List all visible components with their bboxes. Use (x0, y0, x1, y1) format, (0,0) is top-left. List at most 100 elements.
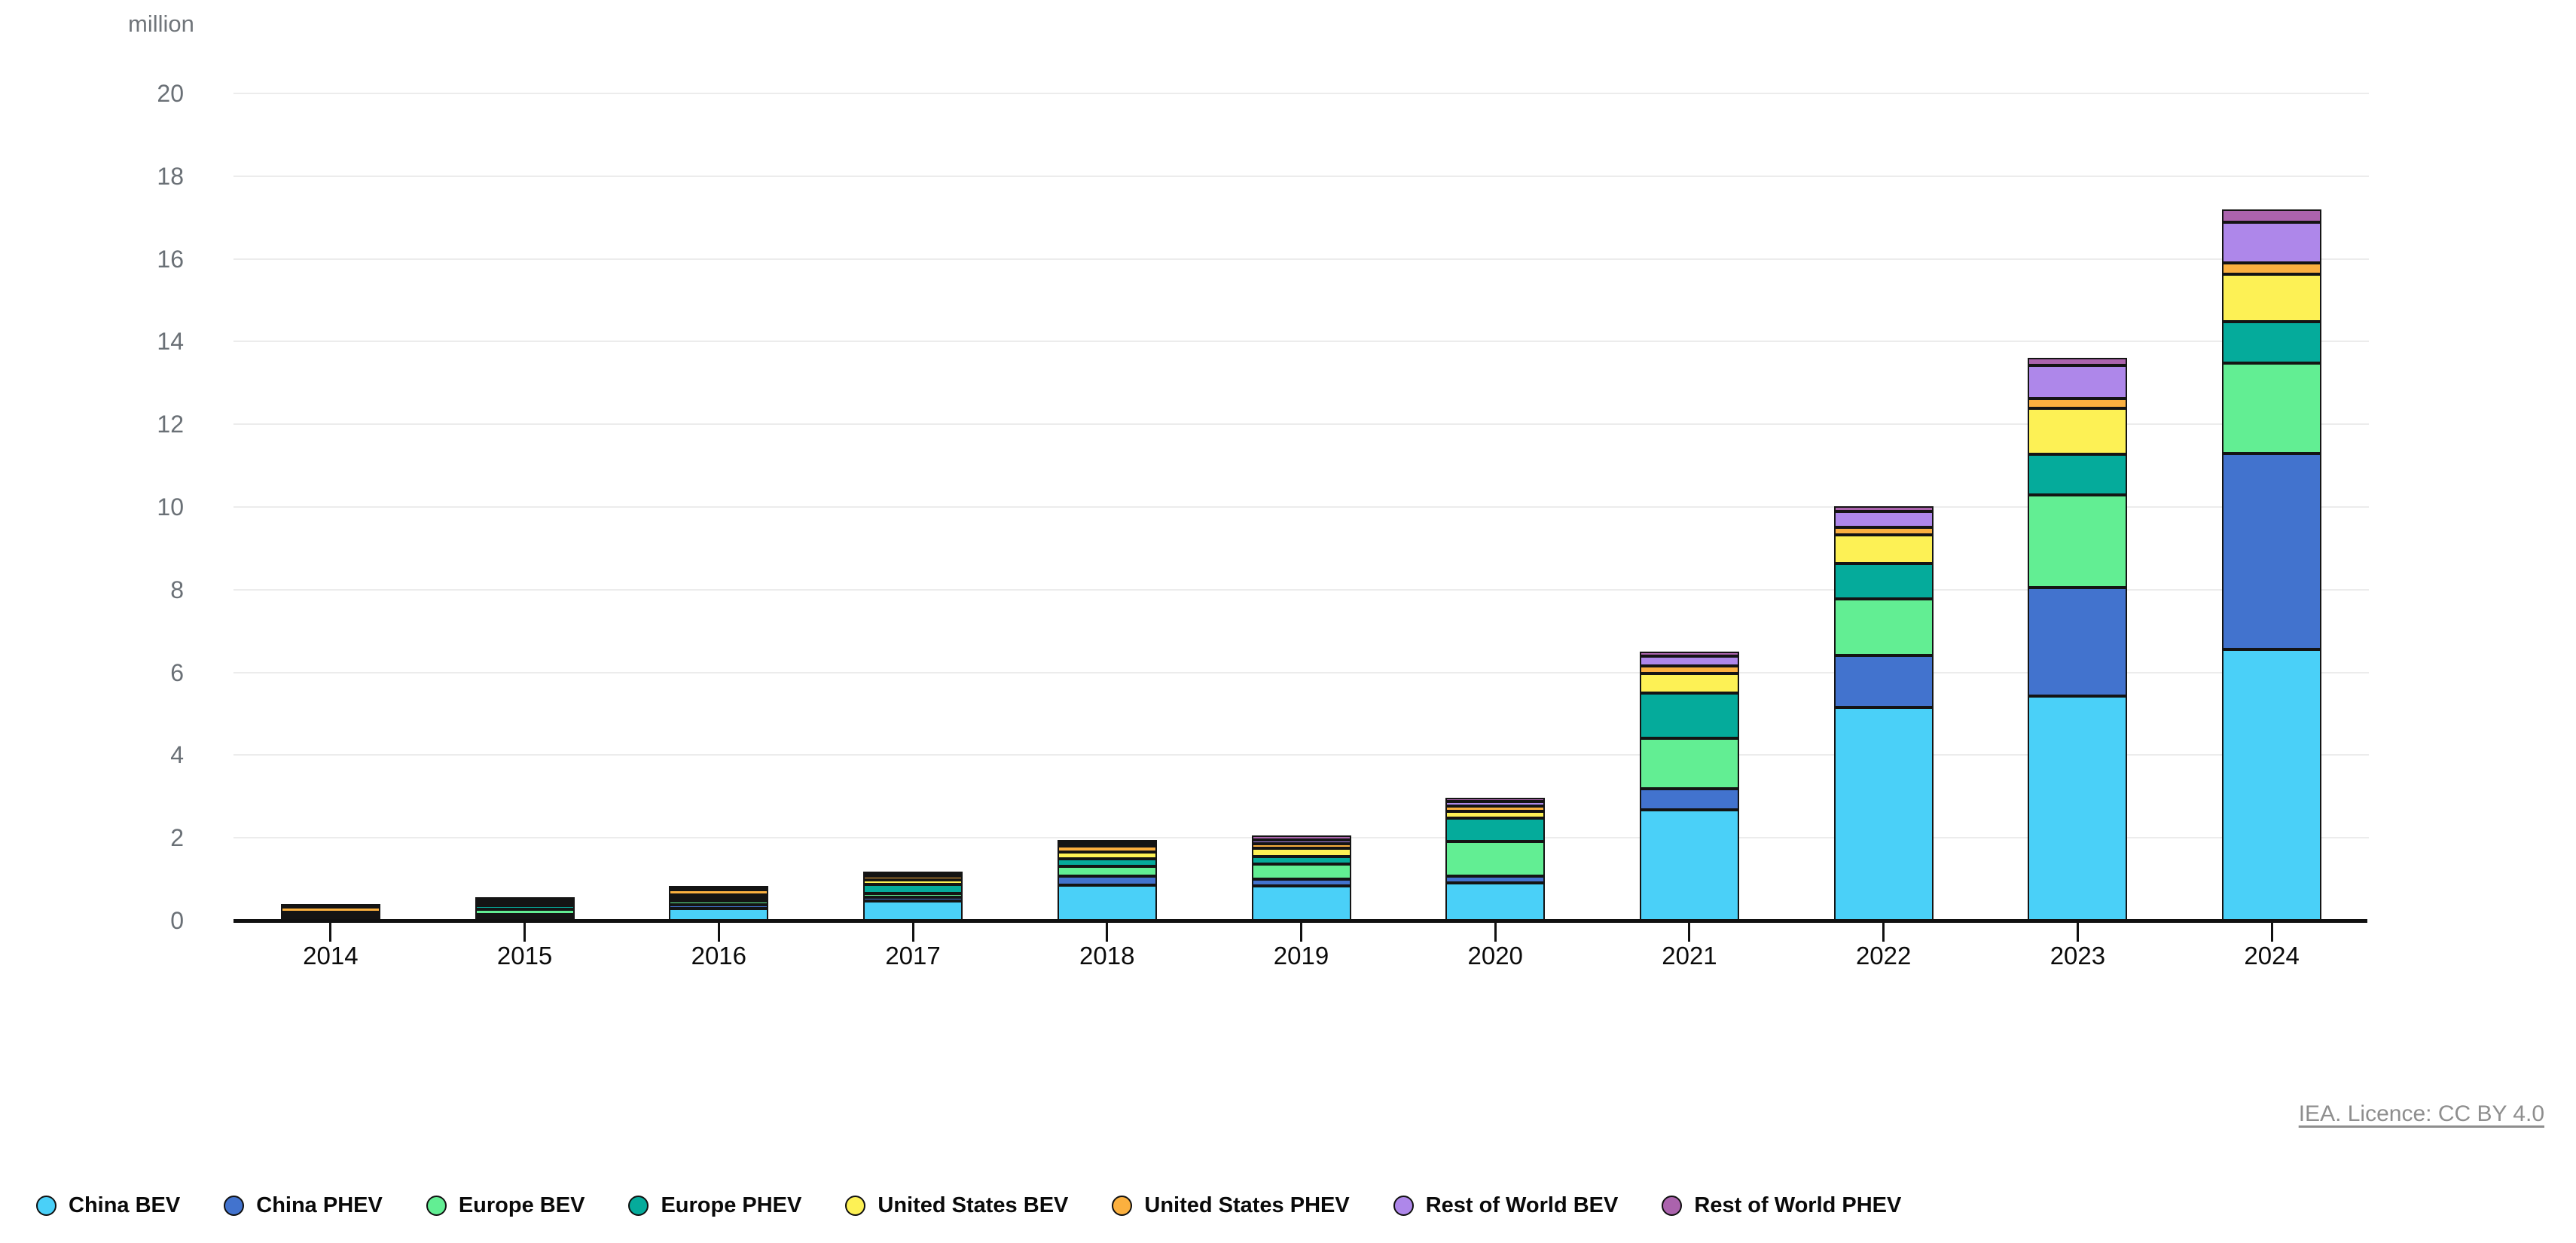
bar-segment-united-states-bev[interactable] (2222, 274, 2321, 322)
bar-segment-united-states-bev[interactable] (1445, 811, 1545, 818)
bar-segment-china-bev[interactable] (1640, 810, 1739, 921)
bar-segment-united-states-bev[interactable] (475, 902, 575, 906)
bar-segment-rest-of-world-phev[interactable] (281, 904, 380, 907)
legend-item-china-phev[interactable]: China PHEV (224, 1193, 383, 1218)
legend-swatch-icon (426, 1196, 447, 1216)
bar-segment-china-phev[interactable] (669, 905, 768, 908)
legend-swatch-icon (224, 1196, 244, 1216)
bar-segment-united-states-bev[interactable] (1252, 848, 1351, 857)
bar-segment-europe-bev[interactable] (1058, 866, 1157, 876)
bar-segment-europe-phev[interactable] (475, 906, 575, 909)
bar-segment-china-bev[interactable] (2222, 649, 2321, 921)
bar-segment-rest-of-world-bev[interactable] (1252, 840, 1351, 844)
bar-segment-china-phev[interactable] (1445, 876, 1545, 883)
bar-segment-united-states-bev[interactable] (2028, 408, 2127, 454)
bar-segment-rest-of-world-phev[interactable] (1252, 835, 1351, 839)
bar-segment-europe-phev[interactable] (1058, 859, 1157, 866)
bar-segment-china-phev[interactable] (863, 897, 963, 901)
bar-segment-europe-phev[interactable] (669, 898, 768, 901)
bar-segment-europe-bev[interactable] (1445, 841, 1545, 876)
bar-segment-united-states-bev[interactable] (669, 895, 768, 898)
bar-segment-china-phev[interactable] (1834, 655, 1934, 708)
bar-segment-china-phev[interactable] (1252, 879, 1351, 886)
y-tick-label: 4 (3, 739, 184, 771)
bar-segment-united-states-phev[interactable] (281, 907, 380, 912)
licence-link[interactable]: IEA. Licence: CC BY 4.0 (2299, 1101, 2544, 1127)
legend-item-china-bev[interactable]: China BEV (36, 1193, 180, 1218)
legend-label: China PHEV (256, 1193, 383, 1218)
bar-segment-china-bev[interactable] (1058, 885, 1157, 921)
bar-segment-europe-bev[interactable] (669, 901, 768, 905)
bar-segment-united-states-phev[interactable] (1252, 844, 1351, 848)
bar-segment-europe-bev[interactable] (475, 909, 575, 915)
x-tick (1882, 923, 1885, 942)
legend-item-rest-of-world-bev[interactable]: Rest of World BEV (1393, 1193, 1619, 1218)
bar-segment-united-states-phev[interactable] (2222, 263, 2321, 275)
legend-item-europe-bev[interactable]: Europe BEV (426, 1193, 585, 1218)
bar-segment-europe-phev[interactable] (1252, 857, 1351, 864)
bar-segment-rest-of-world-bev[interactable] (2028, 365, 2127, 399)
x-tick (2271, 923, 2273, 942)
bar-segment-china-bev[interactable] (1252, 886, 1351, 921)
bar-segment-united-states-phev[interactable] (669, 890, 768, 895)
legend-item-united-states-bev[interactable]: United States BEV (845, 1193, 1068, 1218)
bar-segment-rest-of-world-phev[interactable] (1834, 506, 1934, 511)
y-tick-label: 2 (3, 822, 184, 854)
bar-segment-rest-of-world-phev[interactable] (2222, 209, 2321, 221)
bar-segment-united-states-phev[interactable] (1058, 846, 1157, 852)
y-tick-label: 16 (3, 243, 184, 275)
bar-segment-united-states-bev[interactable] (1058, 852, 1157, 859)
x-tick-label-2021: 2021 (1592, 942, 1787, 970)
bar-segment-rest-of-world-phev[interactable] (475, 897, 575, 900)
bar-segment-rest-of-world-phev[interactable] (1640, 652, 1739, 656)
legend-item-europe-phev[interactable]: Europe PHEV (628, 1193, 801, 1218)
bar-segment-china-phev[interactable] (2222, 454, 2321, 650)
bar-segment-rest-of-world-bev[interactable] (1445, 802, 1545, 806)
bar-segment-united-states-phev[interactable] (2028, 399, 2127, 408)
bar-segment-united-states-phev[interactable] (1834, 527, 1934, 535)
bar-segment-china-bev[interactable] (1445, 883, 1545, 921)
bar-segment-china-bev[interactable] (2028, 696, 2127, 921)
y-tick-label: 12 (3, 408, 184, 440)
bar-segment-rest-of-world-phev[interactable] (1445, 798, 1545, 802)
bar-segment-united-states-phev[interactable] (1445, 806, 1545, 811)
bar-segment-china-bev[interactable] (1834, 707, 1934, 921)
bar-segment-rest-of-world-phev[interactable] (863, 872, 963, 875)
legend-label: Rest of World PHEV (1694, 1193, 1901, 1218)
bar-segment-rest-of-world-phev[interactable] (2028, 358, 2127, 365)
x-tick (1106, 923, 1108, 942)
bar-segment-united-states-bev[interactable] (281, 912, 380, 915)
legend-item-united-states-phev[interactable]: United States PHEV (1112, 1193, 1349, 1218)
bar-segment-rest-of-world-phev[interactable] (669, 886, 768, 889)
bar-segment-united-states-phev[interactable] (1640, 666, 1739, 673)
bar-segment-united-states-phev[interactable] (863, 876, 963, 880)
bar-segment-europe-phev[interactable] (2028, 454, 2127, 495)
bar-segment-united-states-bev[interactable] (1834, 535, 1934, 563)
bar-segment-rest-of-world-phev[interactable] (1058, 840, 1157, 843)
bar-segment-europe-bev[interactable] (2028, 495, 2127, 588)
bar-segment-rest-of-world-bev[interactable] (2222, 222, 2321, 263)
bar-segment-europe-phev[interactable] (1834, 563, 1934, 599)
bar-segment-europe-phev[interactable] (1640, 693, 1739, 738)
legend-item-rest-of-world-phev[interactable]: Rest of World PHEV (1662, 1193, 1901, 1218)
bar-segment-europe-bev[interactable] (863, 893, 963, 897)
bar-segment-europe-bev[interactable] (1252, 864, 1351, 879)
bar-segment-united-states-bev[interactable] (863, 880, 963, 884)
bar-segment-united-states-bev[interactable] (1640, 673, 1739, 693)
bar-segment-china-phev[interactable] (1640, 789, 1739, 811)
bar-segment-europe-phev[interactable] (2222, 322, 2321, 363)
bar-segment-europe-bev[interactable] (1834, 599, 1934, 655)
legend-swatch-icon (845, 1196, 865, 1216)
bar-segment-china-phev[interactable] (1058, 876, 1157, 886)
bar-segment-europe-phev[interactable] (863, 884, 963, 893)
legend-label: China BEV (69, 1193, 180, 1218)
bar-segment-europe-bev[interactable] (1640, 738, 1739, 789)
bar-segment-china-bev[interactable] (863, 901, 963, 921)
bar-segment-china-phev[interactable] (2028, 588, 2127, 697)
bar-segment-rest-of-world-bev[interactable] (1640, 656, 1739, 666)
bar-segment-europe-bev[interactable] (2222, 363, 2321, 454)
bar-segment-europe-phev[interactable] (1445, 818, 1545, 841)
bar-segment-rest-of-world-bev[interactable] (1058, 843, 1157, 846)
bar-segment-rest-of-world-bev[interactable] (1834, 512, 1934, 528)
x-tick-label-2024: 2024 (2175, 942, 2369, 970)
